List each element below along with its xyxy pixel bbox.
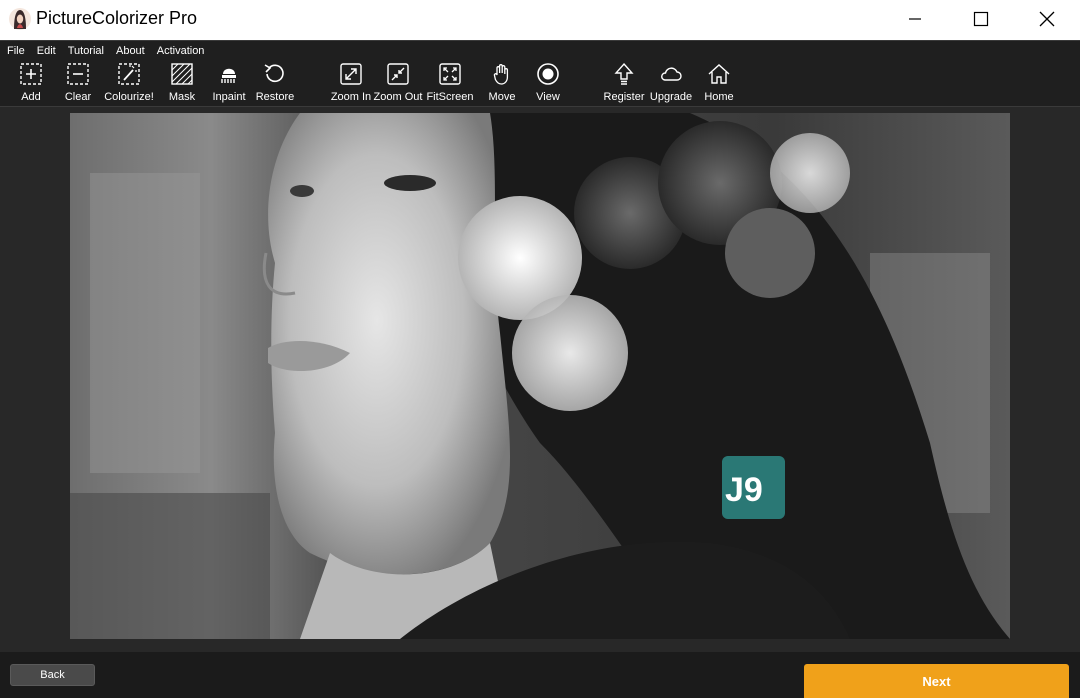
view-record-icon — [537, 63, 559, 85]
view-button[interactable]: View — [534, 62, 562, 106]
next-button[interactable]: Next — [804, 664, 1069, 698]
zoom-out-button[interactable]: Zoom Out — [373, 62, 423, 106]
zoom-in-button[interactable]: Zoom In — [331, 62, 371, 106]
add-label: Add — [21, 91, 41, 103]
menu-activation[interactable]: Activation — [157, 42, 205, 60]
app-title: PictureColorizer Pro — [36, 8, 198, 28]
inpaint-button[interactable]: Inpaint — [211, 62, 247, 106]
image-workspace: J9 — [0, 107, 1080, 652]
minimize-icon — [909, 18, 921, 20]
close-button[interactable] — [1014, 0, 1080, 38]
add-button[interactable]: Add — [19, 62, 43, 106]
inpaint-label: Inpaint — [212, 91, 246, 103]
back-button[interactable]: Back — [10, 664, 95, 686]
menu-bar: File Edit Tutorial About Activation — [0, 40, 1080, 60]
fit-screen-button[interactable]: FitScreen — [426, 62, 474, 106]
zoom-out-label: Zoom Out — [373, 91, 423, 103]
colorize-label: Colourize! — [104, 91, 154, 103]
minimize-button[interactable] — [882, 0, 948, 38]
home-button[interactable]: Home — [702, 62, 736, 106]
close-icon — [1039, 11, 1055, 27]
register-label: Register — [603, 91, 645, 103]
menu-about[interactable]: About — [116, 42, 145, 60]
home-label: Home — [704, 91, 734, 103]
fit-screen-label: FitScreen — [426, 91, 474, 103]
title-bar: PictureColorizer Pro — [0, 0, 1080, 40]
clear-icon — [67, 63, 89, 85]
zoom-in-icon — [340, 63, 362, 85]
photo-canvas[interactable]: J9 — [70, 113, 1010, 639]
maximize-button[interactable] — [948, 0, 1014, 38]
colorize-button[interactable]: Colourize! — [104, 62, 154, 106]
grayscale-portrait-image: J9 — [70, 113, 1010, 639]
app-logo-icon — [9, 8, 31, 30]
mask-label: Mask — [168, 91, 196, 103]
menu-edit[interactable]: Edit — [37, 42, 56, 60]
inpaint-brush-icon — [221, 68, 236, 83]
clear-button[interactable]: Clear — [64, 62, 92, 106]
colorize-wand-icon — [118, 63, 140, 85]
footer-bar: Back Next — [0, 652, 1080, 698]
zoom-in-label: Zoom In — [330, 91, 372, 103]
svg-text:J9: J9 — [725, 471, 763, 509]
menu-tutorial[interactable]: Tutorial — [68, 42, 104, 60]
move-button[interactable]: Move — [486, 62, 518, 106]
clear-label: Clear — [64, 91, 92, 103]
register-upload-arrow-icon — [614, 62, 634, 85]
home-icon — [708, 64, 730, 84]
maximize-icon — [973, 11, 989, 27]
toolbar: Add Clear Colourize! Mask Inpaint Restor… — [0, 60, 1080, 107]
restore-undo-icon — [264, 64, 284, 83]
mask-icon — [171, 63, 193, 85]
upgrade-button[interactable]: Upgrade — [649, 62, 693, 106]
zoom-out-icon — [387, 63, 409, 85]
mask-button[interactable]: Mask — [166, 62, 198, 106]
cloud-icon — [661, 67, 682, 81]
restore-button[interactable]: Restore — [255, 62, 295, 106]
hand-icon — [493, 64, 509, 85]
view-label: View — [536, 91, 560, 103]
upgrade-label: Upgrade — [649, 91, 693, 103]
restore-label: Restore — [255, 91, 295, 103]
register-button[interactable]: Register — [603, 62, 645, 106]
add-icon — [20, 63, 42, 85]
move-label: Move — [488, 91, 516, 103]
menu-file[interactable]: File — [7, 42, 25, 60]
fit-screen-icon — [439, 63, 461, 85]
